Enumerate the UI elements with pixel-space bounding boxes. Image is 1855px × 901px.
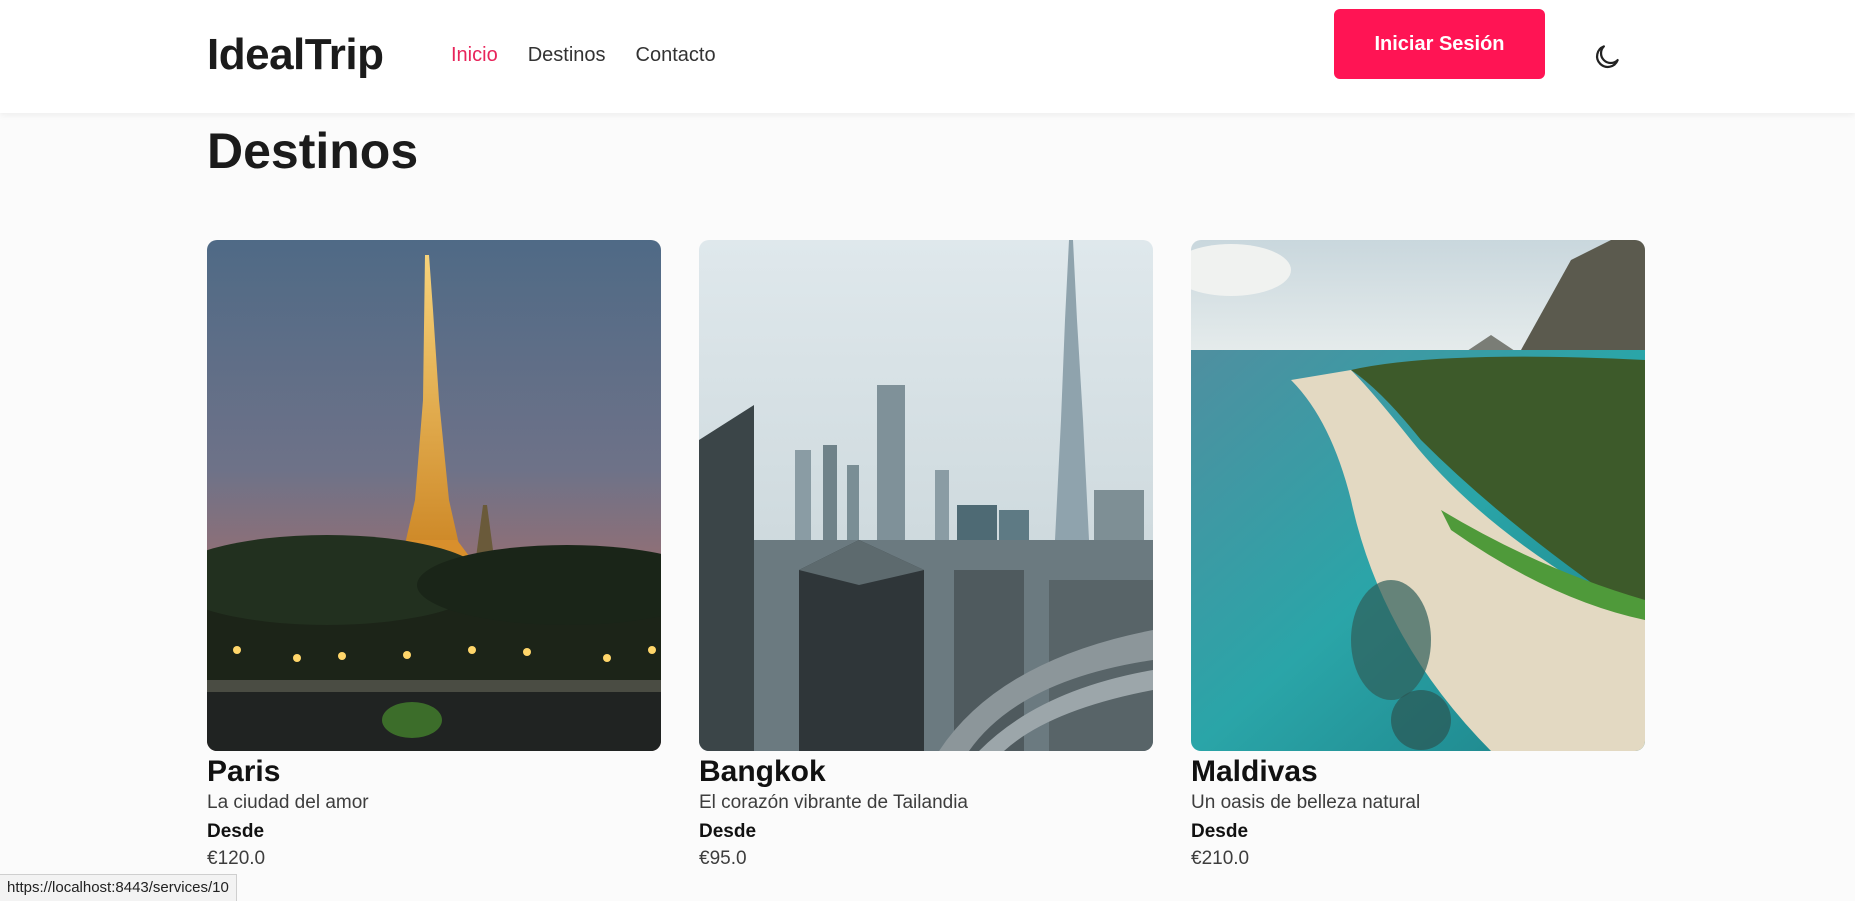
destination-image-maldivas[interactable] <box>1191 240 1645 751</box>
destination-description: Un oasis de belleza natural <box>1191 792 1421 813</box>
nav-link-inicio[interactable]: Inicio <box>451 44 498 67</box>
destination-card-paris[interactable]: Paris La ciudad del amor Desde €120.0 <box>207 240 661 871</box>
main-nav: Inicio Destinos Contacto <box>451 44 716 67</box>
site-logo[interactable]: IdealTrip <box>207 30 384 80</box>
destination-price: €95.0 <box>699 848 747 869</box>
login-button[interactable]: Iniciar Sesión <box>1334 9 1545 79</box>
destination-image-paris[interactable] <box>207 240 661 751</box>
page-title: Destinos <box>207 123 419 179</box>
destination-description: El corazón vibrante de Tailandia <box>699 792 968 813</box>
nav-link-destinos[interactable]: Destinos <box>528 44 606 67</box>
destination-name[interactable]: Bangkok <box>699 754 1153 790</box>
destination-name[interactable]: Paris <box>207 754 661 790</box>
navbar: IdealTrip Inicio Destinos Contacto Inici… <box>0 0 1855 113</box>
price-from-label: Desde <box>207 821 265 842</box>
nav-link-contacto[interactable]: Contacto <box>636 44 716 67</box>
link-status-bar: https://localhost:8443/services/10 <box>0 874 237 901</box>
price-from-label: Desde <box>1191 821 1249 842</box>
destination-price: €120.0 <box>207 848 266 869</box>
moon-icon[interactable] <box>1592 42 1622 72</box>
price-from-label: Desde <box>699 821 757 842</box>
destination-description: La ciudad del amor <box>207 792 369 813</box>
destination-card-bangkok[interactable]: Bangkok El corazón vibrante de Tailandia… <box>699 240 1153 871</box>
destination-price: €210.0 <box>1191 848 1250 869</box>
destination-image-bangkok[interactable] <box>699 240 1153 751</box>
destination-card-maldivas[interactable]: Maldivas Un oasis de belleza natural Des… <box>1191 240 1645 871</box>
destination-name[interactable]: Maldivas <box>1191 754 1645 790</box>
